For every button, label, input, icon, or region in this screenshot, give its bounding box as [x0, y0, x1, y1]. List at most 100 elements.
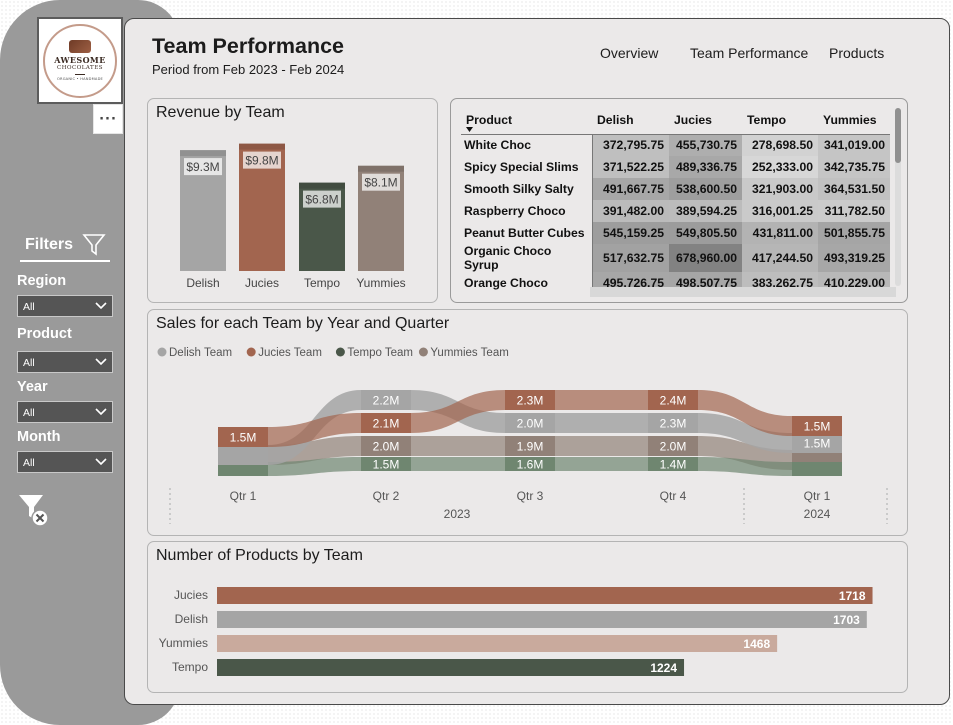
ribbon-yummies[interactable] [411, 436, 505, 456]
ribbon-value-label: 2.1M [373, 417, 400, 431]
product-filter-label: Product [17, 326, 72, 342]
product-dropdown[interactable]: All [17, 351, 113, 373]
filter-icon [82, 234, 106, 256]
matrix-cell-product: White Choc [461, 134, 593, 156]
matrix-header-jucies[interactable]: Jucies [669, 106, 742, 134]
ribbon-value-label: 1.6M [517, 458, 544, 472]
products-bar-chart: Jucies 1718 Delish 1703 Yummies 1468 Tempo 1224 [159, 587, 873, 676]
revenue-bar-cap [299, 182, 345, 189]
logo-text-chocolates: CHOCOLATES [56, 65, 103, 71]
matrix-scrollbar[interactable] [895, 108, 901, 286]
matrix-cell-product: Spicy Special Slims [461, 156, 593, 178]
ribbon-year-label: 2024 [804, 507, 831, 521]
sort-descending-icon [466, 127, 473, 132]
matrix-scrollbar-thumb[interactable] [895, 108, 901, 163]
region-filter-label: Region [17, 273, 67, 289]
ribbon-value-label: 2.2M [373, 394, 400, 408]
ribbon-value-label: 1.4M [660, 458, 687, 472]
matrix-row[interactable]: Raspberry Choco 391,482.00 389,594.25 316,0… [461, 200, 890, 222]
ribbon-tempo[interactable] [411, 457, 505, 471]
matrix-row[interactable]: Peanut Butter Cubes 545,159.25 549,805.50 4… [461, 222, 890, 244]
products-bar-yummies[interactable] [217, 635, 778, 652]
filters-title: Filters [25, 236, 74, 253]
matrix-header-product[interactable]: Product [461, 106, 592, 134]
matrix-cell-value: 501,855.75 [818, 222, 890, 244]
logo-text-awesome: AWESOME [54, 55, 106, 65]
matrix-row[interactable]: White Choc 372,795.75 455,730.75 278,698.50… [461, 134, 890, 156]
matrix-cell-value: 252,333.00 [742, 156, 818, 178]
legend-marker [418, 347, 428, 357]
month-dropdown[interactable]: All [17, 451, 113, 473]
legend-label[interactable]: Yummies Team [430, 347, 508, 359]
matrix-row[interactable]: Smooth Silky Salty 491,667.75 538,600.50 32… [461, 178, 890, 200]
nav-overview[interactable]: Overview [600, 45, 658, 61]
revenue-bar-cap [239, 143, 285, 150]
matrix-cell-value: 372,795.75 [592, 134, 669, 156]
matrix-cell-value: 455,730.75 [669, 134, 742, 156]
matrix-cell-product: Organic Choco Syrup [461, 244, 593, 272]
legend-label[interactable]: Jucies Team [258, 347, 322, 359]
nav-products[interactable]: Products [829, 45, 884, 61]
legend-label[interactable]: Tempo Team [347, 347, 413, 359]
chevron-down-icon [95, 458, 107, 466]
revenue-bar-cap [358, 165, 404, 172]
legend-marker [335, 347, 345, 357]
chevron-down-icon [95, 408, 107, 416]
matrix-cell-value: 549,805.50 [669, 222, 742, 244]
chocolate-icon [69, 40, 91, 53]
region-dropdown[interactable]: All [17, 295, 113, 317]
ribbon-quarter-label: Qtr 1 [804, 489, 831, 503]
matrix-cell-product: Peanut Butter Cubes [461, 222, 593, 244]
products-by-team-card: Number of Products by Team Jucies 1718 Del… [147, 541, 908, 693]
company-logo: AWESOME CHOCOLATES ORGANIC • HANDMADE [37, 17, 123, 104]
matrix-header-yummies[interactable]: Yummies [818, 106, 890, 134]
products-bar-tempo[interactable] [217, 659, 685, 676]
ribbon-jucies[interactable] [555, 390, 648, 410]
more-options-button[interactable]: ··· [93, 104, 123, 134]
ribbon-value-label: 2.0M [373, 440, 400, 454]
matrix-cell-value: 316,001.25 [742, 200, 818, 222]
ribbon-value-label: 2.3M [517, 394, 544, 408]
matrix-cell-value: 371,522.25 [592, 156, 669, 178]
year-dropdown-value: All [23, 407, 35, 419]
ribbon-segment-tempo[interactable] [792, 462, 842, 476]
matrix-cell-value: 364,531.50 [818, 178, 890, 200]
ribbon-quarter-label: Qtr 2 [373, 489, 400, 503]
matrix-header-delish[interactable]: Delish [592, 106, 669, 134]
matrix-cell-value: 278,698.50 [742, 134, 818, 156]
products-bar-delish[interactable] [217, 611, 867, 628]
matrix-header-tempo[interactable]: Tempo [742, 106, 818, 134]
nav-team-performance[interactable]: Team Performance [690, 45, 808, 61]
year-dropdown[interactable]: All [17, 401, 113, 423]
logo-emblem: AWESOME CHOCOLATES ORGANIC • HANDMADE [43, 23, 117, 98]
matrix-cell-value: 391,482.00 [592, 200, 669, 222]
ribbon-value-label: 1.5M [230, 431, 257, 445]
ribbon-quarter-label: Qtr 1 [230, 489, 257, 503]
legend-marker [157, 347, 167, 357]
ribbon-value-label: 2.0M [517, 417, 544, 431]
matrix-cell-value: 342,735.75 [818, 156, 890, 178]
ribbon-yummies[interactable] [555, 436, 648, 456]
region-dropdown-value: All [23, 301, 35, 313]
clear-filters-icon[interactable] [18, 494, 50, 528]
legend-label[interactable]: Delish Team [169, 347, 232, 359]
ribbon-segment-delish[interactable] [218, 445, 268, 465]
ribbon-quarter-label: Qtr 4 [660, 489, 687, 503]
filters-header: Filters [20, 230, 110, 262]
matrix-row[interactable]: Organic Choco Syrup 517,632.75 678,960.00 4… [461, 244, 890, 272]
matrix-cell-value: 389,594.25 [669, 200, 742, 222]
matrix-cell-value: 341,019.00 [818, 134, 890, 156]
ribbon-delish[interactable] [555, 413, 648, 433]
month-dropdown-value: All [23, 457, 35, 469]
ribbon-year-label: 2023 [444, 507, 471, 521]
matrix-cell-value: 517,632.75 [592, 244, 669, 272]
legend-marker [246, 347, 256, 357]
revenue-data-label: $9.8M [245, 154, 278, 168]
revenue-data-label: $9.3M [186, 160, 219, 174]
ribbon-tempo[interactable] [555, 457, 648, 471]
matrix-row[interactable]: Spicy Special Slims 371,522.25 489,336.75 2… [461, 156, 890, 178]
revenue-category-label: Tempo [304, 276, 340, 290]
page-title: Team Performance [152, 34, 344, 58]
products-bar-jucies[interactable] [217, 587, 873, 604]
revenue-bar-chart: $9.3M Delish $9.8M Jucies $6.8M Tempo $8.1M Yum… [180, 143, 406, 290]
